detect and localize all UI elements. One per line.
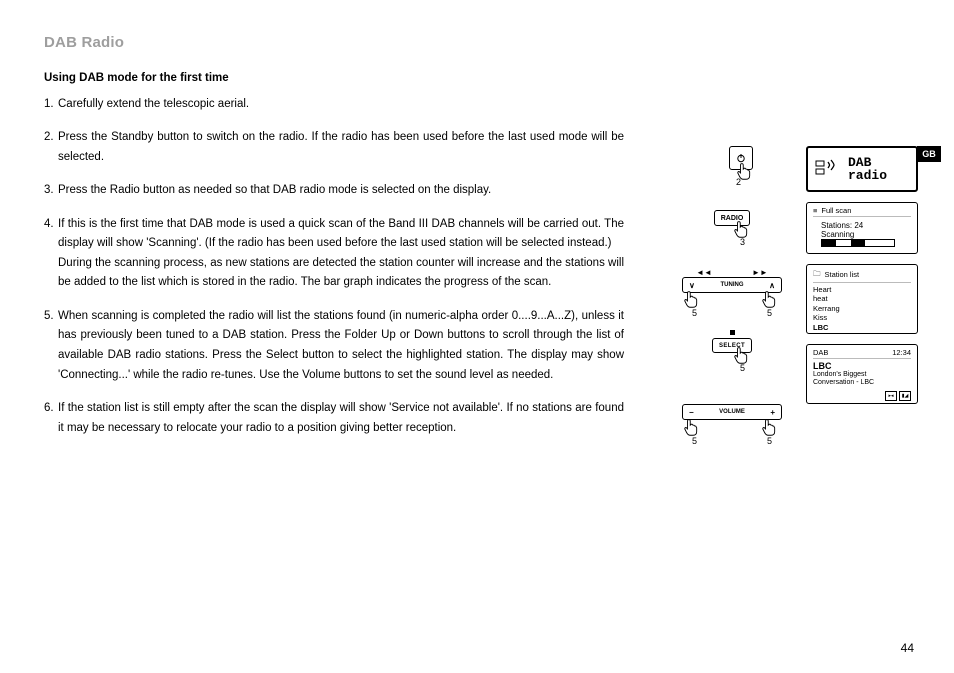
display-previews: DABradio ≡Full scan Stations: 24 Scannin…	[806, 146, 918, 414]
screen-station-list: 🗀 Station list HeartheatKerrangKissLBC	[806, 264, 918, 334]
step-number: 3	[740, 238, 745, 247]
screen-text: radio	[848, 168, 887, 183]
step-number: 5	[740, 364, 745, 373]
screen-text: London's Biggest	[813, 371, 911, 379]
instruction-list: 1.Carefully extend the telescopic aerial…	[44, 95, 624, 439]
language-tab-gb: GB	[917, 146, 941, 162]
hand-icon	[760, 288, 782, 310]
forward-icon: ►►	[752, 268, 768, 277]
screen-dab-mode: DABradio	[806, 146, 918, 192]
instruction-item: 3.Press the Radio button as needed so th…	[44, 181, 624, 201]
button-diagrams: 2 RADIO 3 ◄◄ ►► ∨ TUNING ∧ 5 5 SELECT	[672, 146, 792, 460]
instruction-item: 1.Carefully extend the telescopic aerial…	[44, 95, 624, 115]
step-number: 5	[692, 436, 697, 446]
step-text: If this is the first time that DAB mode …	[58, 215, 624, 293]
step-number: 4.	[44, 215, 58, 293]
screen-text: Conversation - LBC	[813, 379, 911, 387]
screen-time: 12:34	[892, 348, 911, 357]
signal-icon	[814, 155, 842, 183]
step-text: Press the Radio button as needed so that…	[58, 181, 624, 201]
step-text: When scanning is completed the radio wil…	[58, 307, 624, 385]
step-number: 5	[767, 436, 772, 446]
step-number: 6.	[44, 399, 58, 438]
step-number: 5.	[44, 307, 58, 385]
screen-header: Full scan	[821, 206, 851, 215]
step-text: Press the Standby button to switch on th…	[58, 128, 624, 167]
diagram-tuning: ◄◄ ►► ∨ TUNING ∧ 5 5	[682, 268, 782, 324]
page-number: 44	[901, 641, 914, 655]
step-number: 2.	[44, 128, 58, 167]
station-list-item: Heart	[813, 285, 911, 294]
step-number: 5	[767, 308, 772, 318]
step-text: If the station list is still empty after…	[58, 399, 624, 438]
station-list-item: Kerrang	[813, 304, 911, 313]
screen-full-scan: ≡ Full scan Stations: 24 Scanning	[806, 202, 918, 254]
diagram-radio: RADIO 3	[710, 210, 754, 260]
screen-text: Scanning	[821, 230, 911, 239]
instruction-item: 6.If the station list is still empty aft…	[44, 399, 624, 438]
station-list-item: Kiss	[813, 313, 911, 322]
screen-header: Station list	[825, 270, 860, 279]
step-text: Carefully extend the telescopic aerial.	[58, 95, 624, 115]
step-number: 3.	[44, 181, 58, 201]
station-list-item: heat	[813, 294, 911, 303]
screen-text: Stations: 24	[821, 221, 911, 230]
section-subtitle: Using DAB mode for the first time	[44, 69, 624, 89]
instruction-item: 4.If this is the first time that DAB mod…	[44, 215, 624, 293]
hand-icon	[682, 416, 704, 438]
screen-now-playing: DAB 12:34 LBC London's Biggest Conversati…	[806, 344, 918, 404]
stereo-icon: ▸◂	[885, 391, 897, 401]
screen-mode: DAB	[813, 348, 828, 357]
hand-icon	[760, 416, 782, 438]
list-icon: ≡	[813, 206, 817, 215]
folder-icon: 🗀	[813, 268, 821, 281]
diagram-select: SELECT 5	[710, 330, 754, 390]
diagram-standby: 2	[711, 146, 753, 204]
step-number: 5	[692, 308, 697, 318]
rewind-icon: ◄◄	[696, 268, 712, 277]
tuning-label: TUNING	[721, 282, 744, 288]
station-list-item: LBC	[813, 323, 911, 332]
progress-bar	[821, 239, 895, 247]
screen-station: LBC	[813, 361, 911, 371]
step-number: 1.	[44, 95, 58, 115]
instruction-item: 5.When scanning is completed the radio w…	[44, 307, 624, 385]
instruction-item: 2.Press the Standby button to switch on …	[44, 128, 624, 167]
signal-strength-icon: ▮◢	[899, 391, 911, 401]
stop-icon	[730, 330, 735, 335]
hand-icon	[682, 288, 704, 310]
section-title: DAB Radio	[44, 34, 914, 51]
volume-label: VOLUME	[719, 409, 745, 415]
diagram-volume: − VOLUME + 5 5	[682, 404, 782, 460]
step-number: 2	[736, 178, 741, 187]
